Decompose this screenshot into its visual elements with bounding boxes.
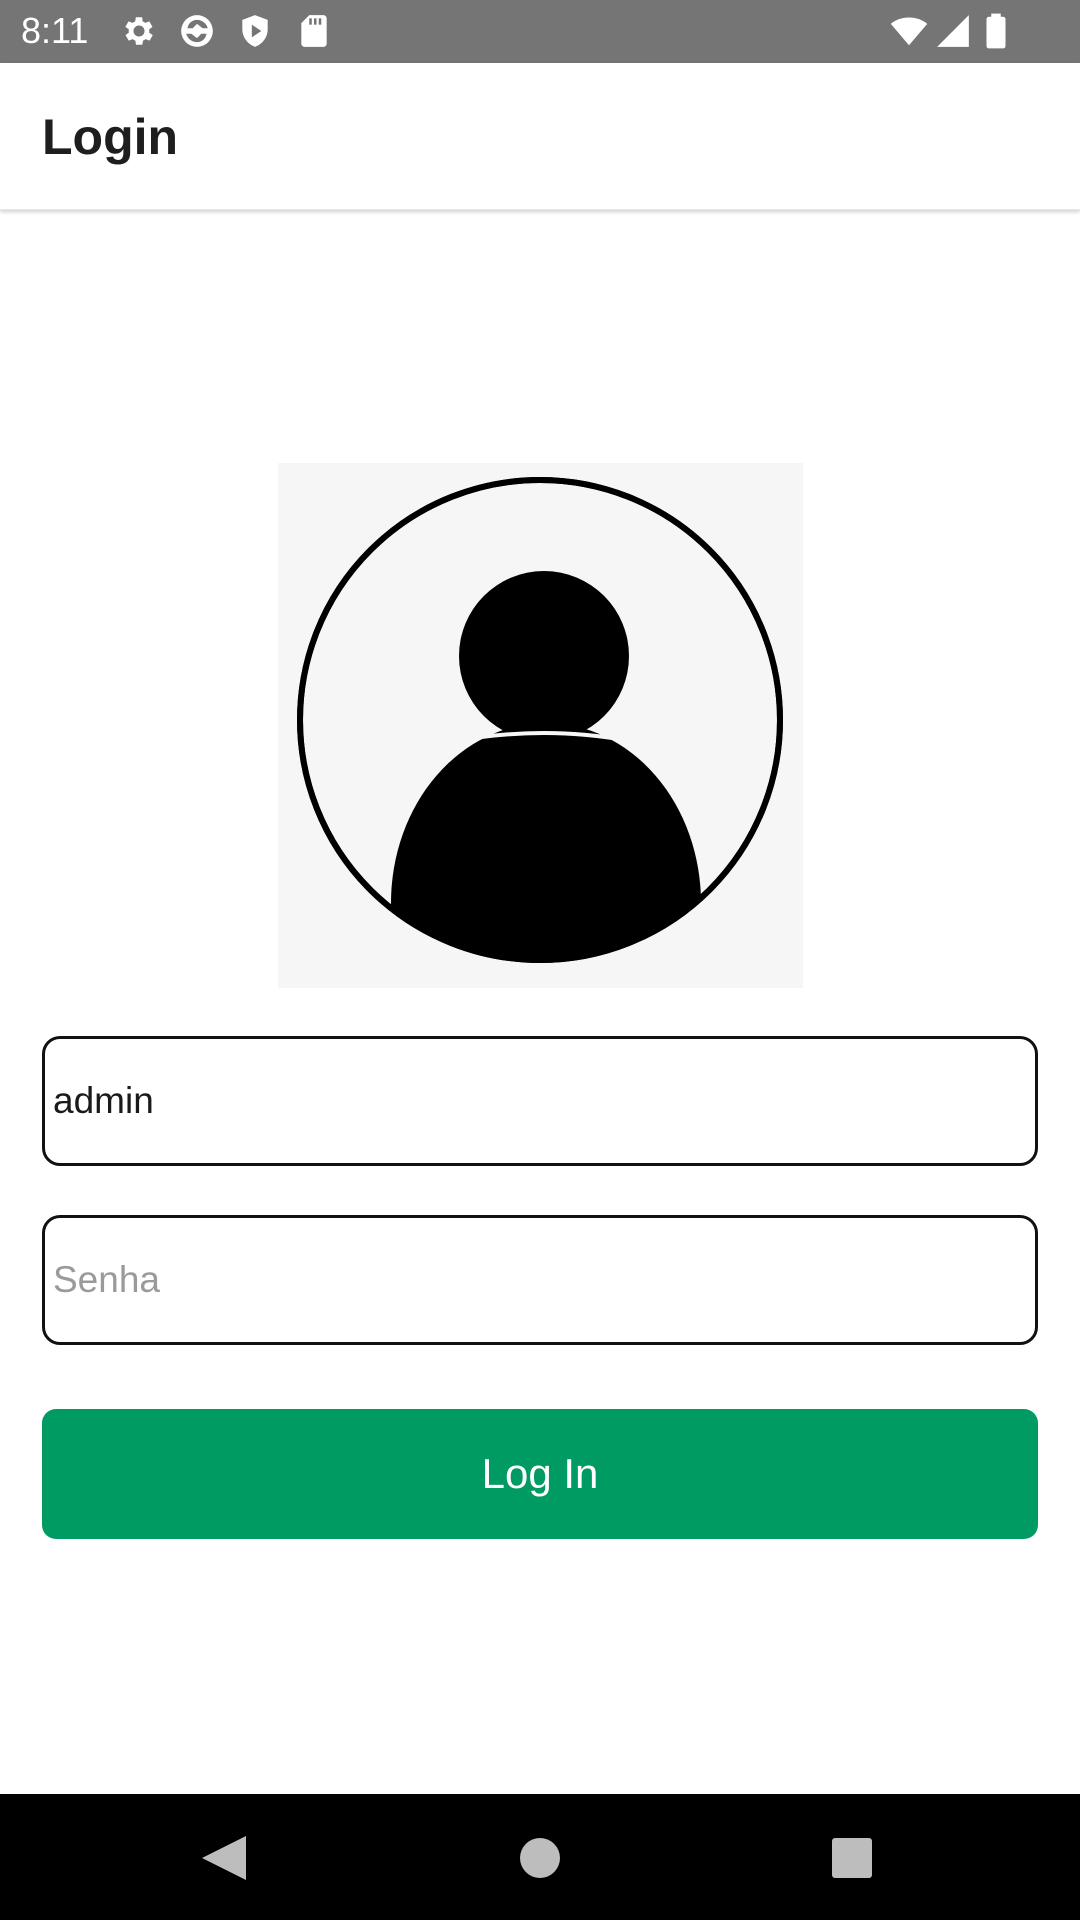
recents-icon[interactable] bbox=[817, 1822, 887, 1892]
shield-play-icon bbox=[236, 12, 274, 50]
back-icon[interactable] bbox=[190, 1822, 260, 1892]
navigation-bar bbox=[0, 1794, 1080, 1920]
user-avatar-icon bbox=[278, 463, 803, 988]
username-input[interactable] bbox=[42, 1036, 1038, 1166]
login-button[interactable]: Log In bbox=[42, 1409, 1038, 1539]
wifi-icon bbox=[890, 12, 928, 50]
sd-card-icon bbox=[295, 12, 333, 50]
home-icon[interactable] bbox=[505, 1822, 575, 1892]
app-bar: Login bbox=[0, 63, 1080, 210]
status-time: 8:11 bbox=[21, 10, 89, 51]
status-bar: 8:11 bbox=[0, 0, 1080, 63]
cell-signal-icon bbox=[934, 12, 972, 50]
password-input[interactable] bbox=[42, 1215, 1038, 1345]
page-title: Login bbox=[42, 109, 179, 165]
battery-icon bbox=[977, 12, 1015, 50]
screen: 8:11 Login admin Log In bbox=[0, 0, 1080, 1920]
sync-icon bbox=[178, 12, 216, 50]
gear-icon bbox=[120, 12, 158, 50]
